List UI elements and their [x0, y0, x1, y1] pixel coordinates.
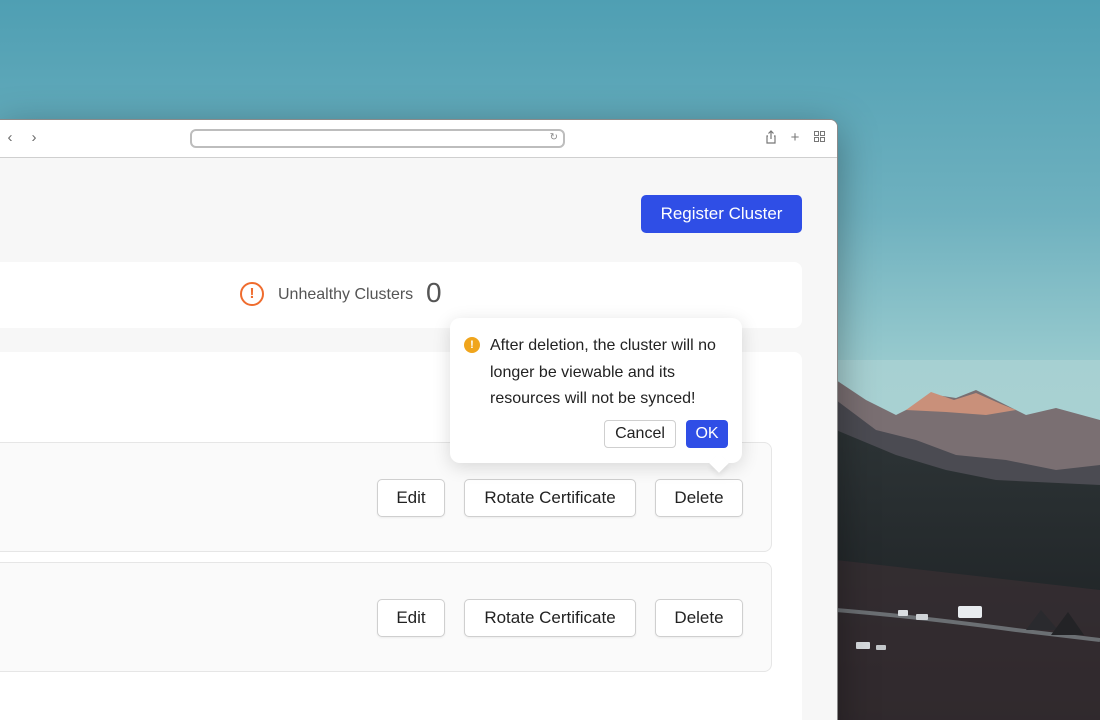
address-bar[interactable]: ↻: [190, 129, 565, 148]
chevron-right-icon[interactable]: ›: [26, 129, 42, 147]
share-icon[interactable]: [764, 130, 778, 146]
delete-button[interactable]: Delete: [655, 479, 743, 517]
rotate-certificate-button[interactable]: Rotate Certificate: [464, 479, 636, 517]
tab-grid-icon[interactable]: [812, 130, 826, 146]
ok-button[interactable]: OK: [686, 420, 728, 448]
chevron-left-icon[interactable]: ‹: [2, 129, 18, 147]
delete-confirm-popover: ! After deletion, the cluster will no lo…: [450, 318, 742, 463]
exclamation-icon: !: [464, 337, 480, 353]
edit-button[interactable]: Edit: [377, 599, 445, 637]
browser-toolbar: ‹ › ↻ +: [0, 120, 837, 158]
reload-icon[interactable]: ↻: [550, 132, 558, 143]
desktop-wallpaper-mountains: [836, 360, 1100, 720]
warning-circle-icon: !: [240, 282, 264, 306]
plus-icon[interactable]: +: [788, 130, 802, 146]
cluster-row: Edit Rotate Certificate Delete: [0, 562, 772, 672]
unhealthy-clusters-count: 0: [426, 277, 442, 308]
delete-button[interactable]: Delete: [655, 599, 743, 637]
register-cluster-button[interactable]: Register Cluster: [641, 195, 802, 233]
edit-button[interactable]: Edit: [377, 479, 445, 517]
rotate-certificate-button[interactable]: Rotate Certificate: [464, 599, 636, 637]
popover-message: After deletion, the cluster will no long…: [490, 337, 716, 407]
unhealthy-clusters-label: Unhealthy Clusters: [278, 286, 414, 303]
cancel-button[interactable]: Cancel: [604, 420, 676, 448]
